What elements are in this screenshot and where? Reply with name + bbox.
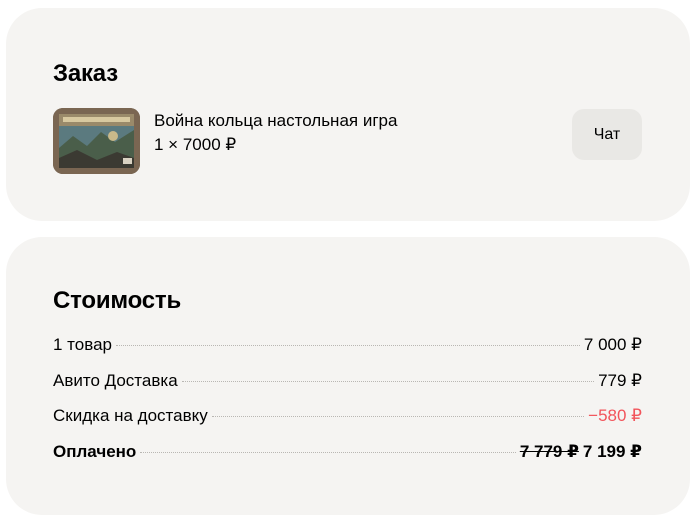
cost-card: Стоимость 1 товар 7 000 ₽ Авито Доставка…: [6, 237, 690, 515]
total-old-value: 7 779 ₽: [519, 441, 579, 461]
cost-title: Стоимость: [53, 287, 182, 314]
order-title: Заказ: [53, 60, 118, 87]
cost-row-value: 7 000 ₽: [583, 335, 642, 354]
cost-breakdown: 1 товар 7 000 ₽ Авито Доставка 779 ₽ Ски…: [53, 335, 642, 477]
cost-row-value: −580 ₽: [588, 406, 642, 425]
product-image[interactable]: [53, 108, 140, 174]
dotted-leader: [181, 380, 595, 382]
dotted-leader: [140, 451, 516, 453]
cost-row-label: Авито Доставка: [53, 370, 178, 390]
total-value: 7 199 ₽: [582, 441, 642, 461]
chat-button[interactable]: Чат: [572, 109, 642, 160]
product-quantity-price: 1 × 7000 ₽: [154, 135, 237, 154]
dotted-leader: [211, 416, 585, 417]
cost-row-total: Оплачено 7 779 ₽7 199 ₽: [53, 442, 642, 478]
total-value-group: 7 779 ₽7 199 ₽: [520, 442, 642, 462]
board-game-box-icon: [53, 108, 140, 174]
product-title[interactable]: Война кольца настольная игра: [154, 111, 397, 131]
cost-row-discount: Скидка на доставку −580 ₽: [53, 406, 642, 442]
cost-row-value: 779 ₽: [598, 370, 642, 390]
cost-row-delivery: Авито Доставка 779 ₽: [53, 371, 642, 407]
dotted-leader: [115, 345, 580, 346]
total-label: Оплачено: [53, 441, 137, 461]
order-card: Заказ Война кольца настольная игра 1 × 7…: [6, 8, 690, 221]
cost-row-label: Скидка на доставку: [53, 406, 208, 425]
cost-row-label: 1 товар: [53, 335, 112, 354]
cost-row-items: 1 товар 7 000 ₽: [53, 335, 642, 371]
